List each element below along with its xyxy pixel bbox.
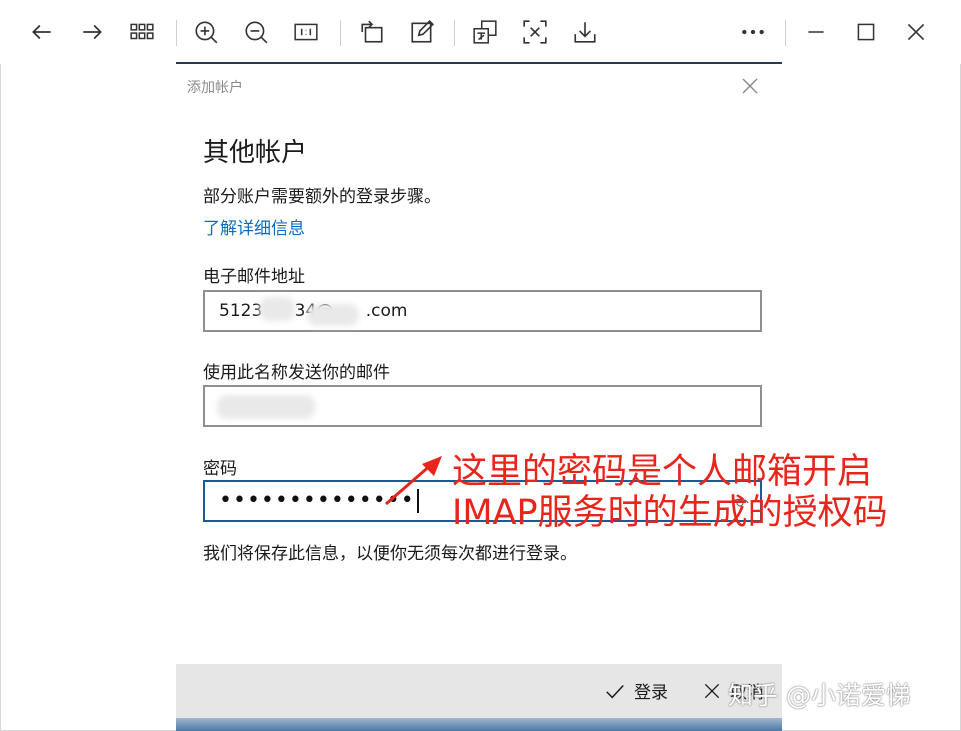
annotation-arrow — [385, 456, 442, 506]
ocr-icon[interactable] — [517, 14, 553, 50]
rotate-icon[interactable] — [354, 14, 390, 50]
close-icon — [704, 683, 720, 698]
toolbar-separator — [785, 20, 786, 46]
email-label: 电子邮件地址 — [203, 267, 305, 287]
actual-size-icon[interactable] — [288, 14, 324, 50]
annotation-line-2: IMAP服务时的生成的授权码 — [452, 493, 888, 533]
redaction-blur — [259, 297, 295, 321]
toolbar-separator — [176, 20, 177, 46]
login-button-label: 登录 — [634, 683, 668, 703]
redaction-blur — [307, 304, 359, 326]
minimize-icon[interactable] — [798, 14, 834, 50]
sender-name-label: 使用此名称发送你的邮件 — [203, 363, 390, 383]
close-icon[interactable] — [898, 14, 934, 50]
back-arrow-icon[interactable] — [24, 14, 60, 50]
password-label: 密码 — [203, 459, 237, 479]
page-title: 其他帐户 — [203, 138, 308, 168]
email-field[interactable]: 5123 34@ .com — [203, 290, 762, 332]
zoom-out-icon[interactable] — [238, 14, 274, 50]
download-icon[interactable] — [567, 14, 603, 50]
description-text: 部分账户需要额外的登录步骤。 — [203, 187, 441, 207]
dialog-title: 添加帐户 — [187, 80, 243, 96]
save-info-note: 我们将保存此信息，以便你无须每次都进行登录。 — [203, 544, 577, 564]
redaction-blur — [217, 395, 315, 419]
more-icon[interactable] — [735, 14, 771, 50]
command-bar: 登录 取消 — [176, 664, 782, 718]
sender-name-field[interactable] — [203, 385, 762, 427]
annotation-line-1: 这里的密码是个人邮箱开启 — [452, 452, 873, 492]
background-window-strip — [176, 718, 782, 731]
login-button[interactable]: 登录 — [604, 678, 668, 703]
translate-icon[interactable] — [467, 14, 503, 50]
checkmark-icon — [606, 684, 624, 698]
maximize-icon[interactable] — [848, 14, 884, 50]
learn-more-link[interactable]: 了解详细信息 — [203, 214, 305, 239]
grid-icon[interactable] — [124, 14, 160, 50]
viewer-toolbar — [0, 0, 961, 64]
toolbar-separator — [454, 20, 455, 46]
dialog-close-icon[interactable] — [740, 76, 760, 96]
edit-icon[interactable] — [404, 14, 440, 50]
zoom-in-icon[interactable] — [188, 14, 224, 50]
forward-arrow-icon[interactable] — [74, 14, 110, 50]
annotation-text: 这里的密码是个人邮箱开启 IMAP服务时的生成的授权码 — [452, 452, 888, 534]
add-account-dialog: 添加帐户 其他帐户 部分账户需要额外的登录步骤。 了解详细信息 电子邮件地址 5… — [176, 64, 782, 664]
toolbar-separator — [340, 20, 341, 46]
watermark: 知乎 @小诺爱悌 — [728, 681, 911, 710]
